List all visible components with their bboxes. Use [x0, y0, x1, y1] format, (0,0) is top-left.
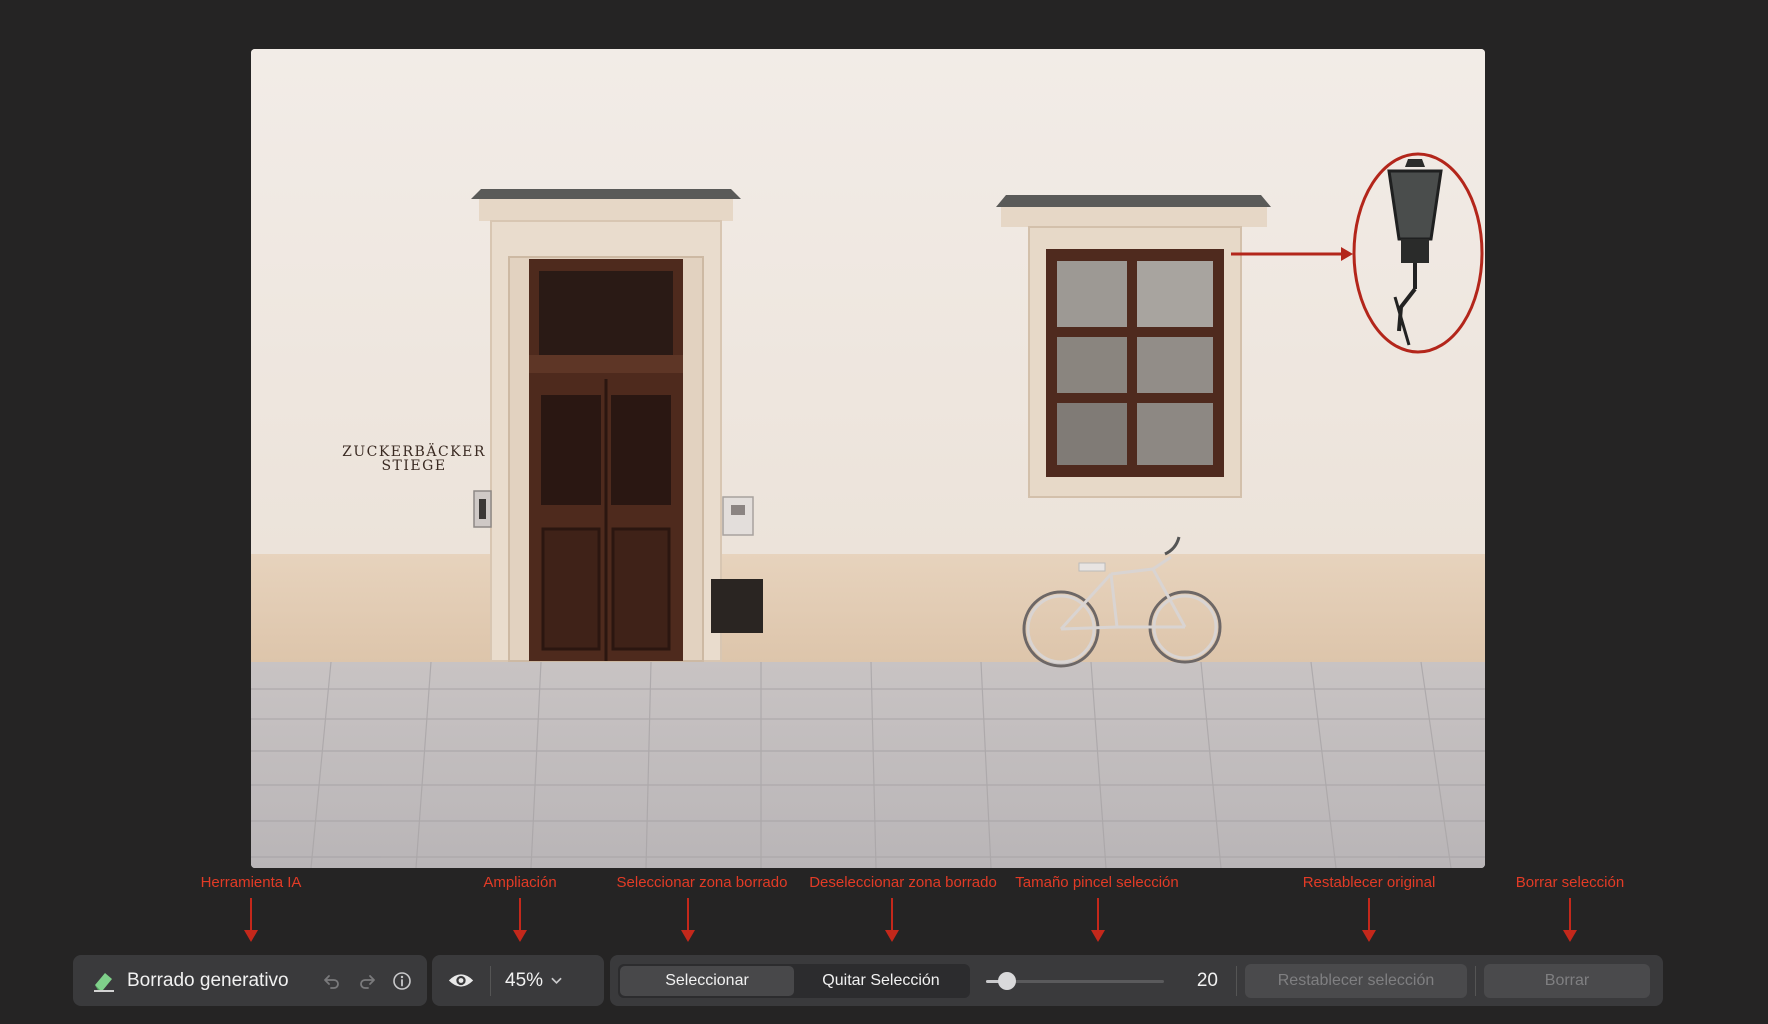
info-icon[interactable] — [389, 968, 415, 994]
vent-grate — [711, 579, 763, 633]
annotation-arrow — [519, 898, 521, 938]
chevron-down-icon — [551, 977, 562, 985]
redo-icon[interactable] — [354, 968, 380, 994]
deselect-button[interactable]: Quitar Selección — [794, 966, 968, 996]
sign-line2: STIEGE — [381, 458, 446, 474]
view-panel: 45% — [432, 955, 604, 1006]
annotation-herramienta-ia: Herramienta IA — [200, 874, 302, 891]
annotation-arrow — [1569, 898, 1571, 938]
annotation-arrow — [250, 898, 252, 938]
annotation-arrow — [1368, 898, 1370, 938]
zoom-value: 45% — [505, 969, 544, 991]
eye-icon[interactable] — [446, 966, 476, 996]
annotation-tamano-pincel: Tamaño pincel selección — [1015, 874, 1179, 891]
selection-panel: Seleccionar Quitar Selección 20 Restable… — [610, 955, 1663, 1006]
wall-panel — [722, 496, 754, 536]
eraser-icon — [91, 968, 117, 994]
divider — [490, 965, 491, 996]
annotation-deseleccionar-zona: Deseleccionar zona borrado — [809, 874, 997, 891]
annotation-restablecer-original: Restablecer original — [1302, 874, 1436, 891]
annotation-borrar-seleccion: Borrar selección — [1515, 874, 1625, 891]
brush-size-slider[interactable] — [986, 966, 1164, 996]
zoom-select[interactable]: 45% — [505, 970, 562, 992]
tool-panel: Borrado generativo — [73, 955, 427, 1006]
window — [996, 195, 1271, 498]
annotation-arrow — [687, 898, 689, 938]
reset-selection-button[interactable]: Restablecer selección — [1245, 963, 1467, 998]
slider-thumb[interactable] — [998, 971, 1017, 990]
annotation-arrow — [891, 898, 893, 938]
undo-icon[interactable] — [319, 968, 345, 994]
divider — [1475, 965, 1476, 996]
annotation-arrow — [1097, 898, 1099, 938]
brush-size-value: 20 — [1196, 969, 1218, 991]
select-button[interactable]: Seleccionar — [620, 965, 794, 996]
annotation-seleccionar-zona: Seleccionar zona borrado — [616, 874, 788, 891]
door — [471, 189, 741, 662]
photo-canvas[interactable]: ZUCKERBÄCKER STIEGE — [251, 49, 1485, 868]
building-photo: ZUCKERBÄCKER STIEGE — [251, 49, 1485, 868]
tool-name: Borrado generativo — [127, 969, 289, 991]
selection-mode-toggle: Seleccionar Quitar Selección — [618, 963, 970, 998]
erase-button[interactable]: Borrar — [1484, 963, 1650, 998]
annotation-ampliacion: Ampliación — [483, 874, 557, 891]
divider — [1236, 965, 1237, 996]
